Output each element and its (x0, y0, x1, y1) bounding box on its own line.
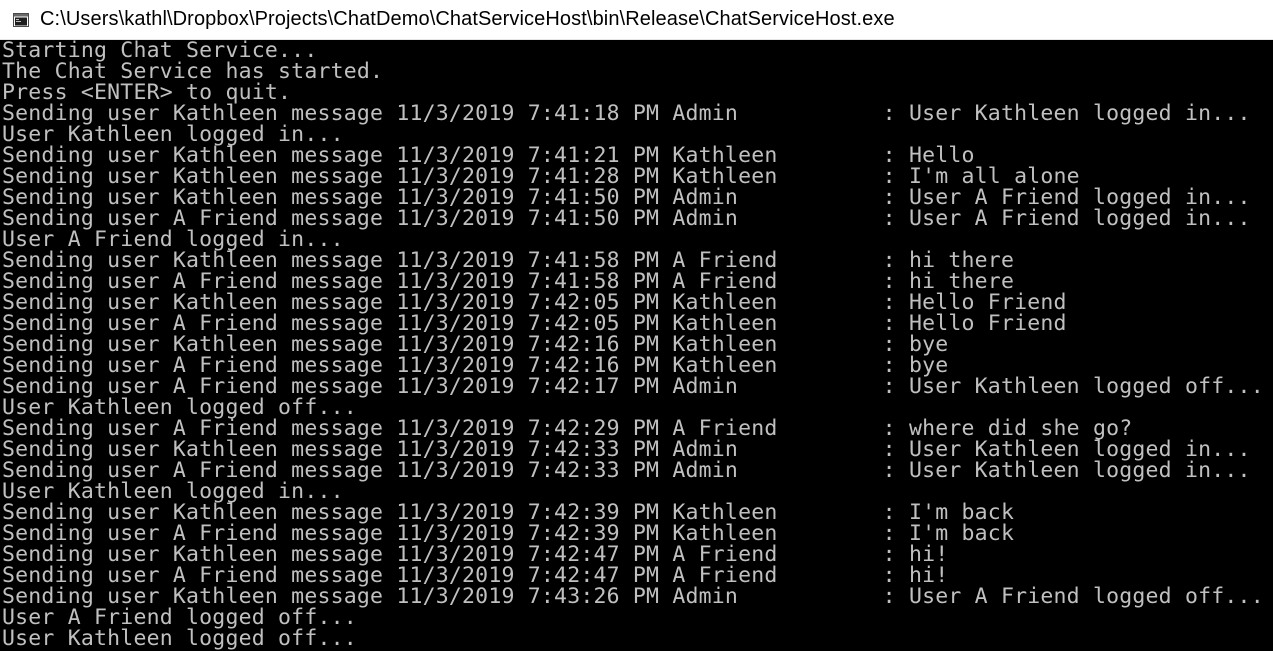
console-line: Sending user A Friend message 11/3/2019 … (2, 311, 1067, 336)
console-line: Sending user Kathleen message 11/3/2019 … (2, 143, 975, 168)
console-line: User Kathleen logged in... (2, 479, 344, 504)
console-line: Sending user A Friend message 11/3/2019 … (2, 206, 1251, 231)
console-line: Sending user Kathleen message 11/3/2019 … (2, 332, 949, 357)
console-line: Sending user A Friend message 11/3/2019 … (2, 458, 1251, 483)
console-line: Sending user Kathleen message 11/3/2019 … (2, 185, 1251, 210)
console-line: User A Friend logged off... (2, 605, 357, 630)
console-output[interactable]: Starting Chat Service... The Chat Service… (0, 40, 1273, 651)
console-line: Sending user Kathleen message 11/3/2019 … (2, 101, 1251, 126)
console-line: User A Friend logged in... (2, 227, 344, 252)
console-line: Sending user A Friend message 11/3/2019 … (2, 353, 949, 378)
console-line: Sending user Kathleen message 11/3/2019 … (2, 584, 1264, 609)
console-line: Sending user A Friend message 11/3/2019 … (2, 269, 1015, 294)
console-line: User Kathleen logged in... (2, 122, 344, 147)
console-line: Sending user A Friend message 11/3/2019 … (2, 563, 949, 588)
console-line: Press <ENTER> to quit. (2, 80, 292, 105)
console-line: Sending user Kathleen message 11/3/2019 … (2, 290, 1067, 315)
console-line: Sending user Kathleen message 11/3/2019 … (2, 164, 1080, 189)
console-line: Sending user A Friend message 11/3/2019 … (2, 416, 1133, 441)
title-bar[interactable]: C:\Users\kathl\Dropbox\Projects\ChatDemo… (0, 0, 1273, 40)
window-title: C:\Users\kathl\Dropbox\Projects\ChatDemo… (40, 8, 895, 30)
console-window: C:\Users\kathl\Dropbox\Projects\ChatDemo… (0, 0, 1273, 651)
console-line: Sending user Kathleen message 11/3/2019 … (2, 500, 1015, 525)
console-app-icon[interactable] (13, 12, 29, 27)
console-line: Sending user A Friend message 11/3/2019 … (2, 521, 1015, 546)
console-line: User Kathleen logged off... (2, 395, 357, 420)
console-line: Sending user A Friend message 11/3/2019 … (2, 374, 1264, 399)
console-line: Sending user Kathleen message 11/3/2019 … (2, 437, 1251, 462)
console-line: Starting Chat Service... (2, 40, 318, 63)
console-line: User Kathleen logged off... (2, 626, 357, 651)
console-line: Sending user Kathleen message 11/3/2019 … (2, 542, 949, 567)
console-line: The Chat Service has started. (2, 59, 384, 84)
console-line: Sending user Kathleen message 11/3/2019 … (2, 248, 1015, 273)
